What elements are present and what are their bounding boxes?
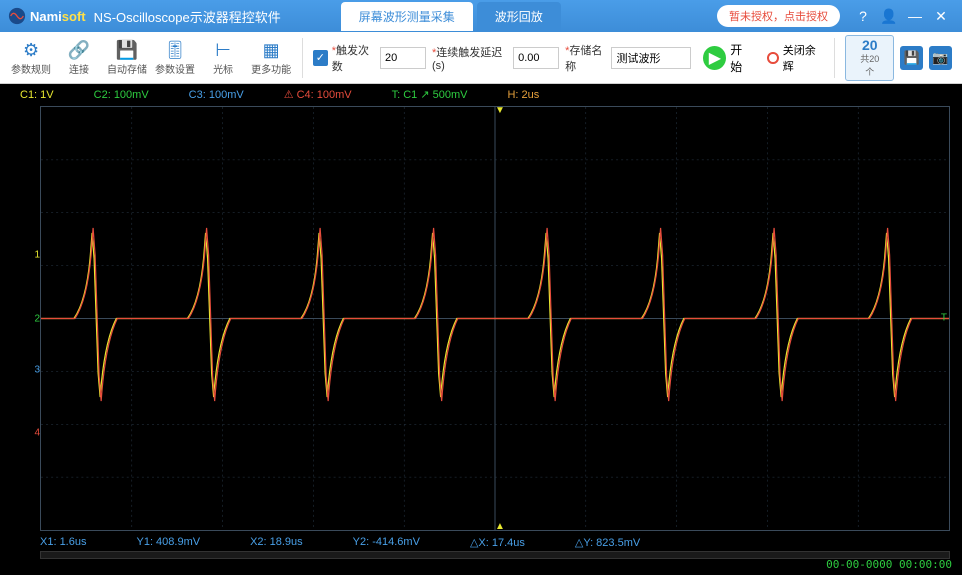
stop-afterglow-button[interactable]: 关闭余辉 xyxy=(767,42,824,74)
app-title: NS-Oscilloscope示波器程控软件 xyxy=(94,7,281,26)
play-icon: ▶ xyxy=(703,46,726,70)
trigger-delay-input[interactable] xyxy=(513,47,559,69)
link-icon: 🔗 xyxy=(68,39,90,61)
screenshot-button[interactable]: 📷 xyxy=(929,46,952,70)
start-label: 开始 xyxy=(730,41,753,75)
cursor-dx: △X: 17.4us xyxy=(470,536,525,549)
more-button[interactable]: ▦更多功能 xyxy=(250,39,292,76)
separator xyxy=(302,38,303,78)
trigger-count-label: *触发次数 xyxy=(332,42,376,74)
trigger-count-input[interactable] xyxy=(380,47,426,69)
help-icon[interactable]: ? xyxy=(850,8,876,24)
trigger-info: T: C1 ↗ 500mV xyxy=(392,88,468,101)
authorize-button[interactable]: 暂未授权，点击授权 xyxy=(717,5,840,27)
save-name-label: *存储名称 xyxy=(565,42,607,74)
trigger-delay-label: *连续触发延迟(s) xyxy=(432,44,509,72)
channel-c3: C3: 100mV xyxy=(189,88,244,101)
cursor-x2: X2: 18.9us xyxy=(250,536,303,549)
cursor-icon: ⊢ xyxy=(215,39,231,61)
toolbar: ⚙参数规则 🔗连接 💾自动存储 🎚参数设置 ⊢光标 ▦更多功能 ✓ *触发次数 … xyxy=(0,32,962,84)
count-display: 20 共20个 xyxy=(845,35,894,81)
cursor-readout: X1: 1.6us Y1: 408.9mV X2: 18.9us Y2: -41… xyxy=(40,536,950,549)
brand-name: Namisoft xyxy=(30,9,86,24)
trigger-top-marker: ▼ xyxy=(495,105,505,116)
save-name-field: *存储名称 xyxy=(565,42,691,74)
timebase-info: H: 2us xyxy=(507,88,539,101)
start-button[interactable]: ▶ 开始 xyxy=(703,41,753,75)
warning-icon: ⚠ xyxy=(284,88,294,101)
channel-c2: C2: 100mV xyxy=(94,88,149,101)
cursor-y2: Y2: -414.6mV xyxy=(353,536,420,549)
trigger-delay-field: *连续触发延迟(s) xyxy=(432,44,559,72)
settings-button[interactable]: 🎚参数设置 xyxy=(154,39,196,76)
trigger-bottom-marker: ▲ xyxy=(495,521,505,532)
waveform-grid[interactable]: ▼ ▲ T xyxy=(40,106,950,531)
trigger-count-field: ✓ *触发次数 xyxy=(313,42,426,74)
horizontal-scrollbar[interactable] xyxy=(40,551,950,559)
title-bar: Namisoft NS-Oscilloscope示波器程控软件 屏幕波形测量采集… xyxy=(0,0,962,32)
minimize-icon[interactable]: — xyxy=(902,8,928,24)
channel-c1: C1: 1V xyxy=(20,88,54,101)
gear-icon: ⚙ xyxy=(23,39,39,61)
app-logo-icon xyxy=(8,7,26,25)
grid-lines xyxy=(41,107,949,530)
tab-capture[interactable]: 屏幕波形测量采集 xyxy=(341,2,473,31)
close-icon[interactable]: ✕ xyxy=(928,8,954,25)
y-axis-labels: 1 2 3 4 xyxy=(28,106,40,531)
channel-c4: ⚠ C4: 100mV xyxy=(284,88,352,101)
channel-info-bar: C1: 1V C2: 100mV C3: 100mV ⚠ C4: 100mV T… xyxy=(20,88,942,101)
save-name-input[interactable] xyxy=(611,47,691,69)
trigger-checkbox[interactable]: ✓ xyxy=(313,50,328,66)
separator xyxy=(834,38,835,78)
user-icon[interactable]: 👤 xyxy=(876,8,902,25)
autosave-button[interactable]: 💾自动存储 xyxy=(106,39,148,76)
grid-icon: ▦ xyxy=(263,39,280,61)
save-icon: 💾 xyxy=(116,39,138,61)
cursor-y1: Y1: 408.9mV xyxy=(136,536,200,549)
cursor-dy: △Y: 823.5mV xyxy=(575,536,640,549)
tab-playback[interactable]: 波形回放 xyxy=(477,2,561,31)
cursor-x1: X1: 1.6us xyxy=(40,536,86,549)
timestamp: 00-00-0000 00:00:00 xyxy=(826,558,952,571)
trigger-level-marker: T xyxy=(941,312,947,323)
export-button[interactable]: 💾 xyxy=(900,46,923,70)
oscilloscope-display: C1: 1V C2: 100mV C3: 100mV ⚠ C4: 100mV T… xyxy=(0,84,962,575)
cursor-button[interactable]: ⊢光标 xyxy=(202,39,244,76)
connect-button[interactable]: 🔗连接 xyxy=(58,39,100,76)
main-tabs: 屏幕波形测量采集 波形回放 xyxy=(341,2,565,31)
record-icon xyxy=(767,52,779,64)
sliders-icon: 🎚 xyxy=(164,39,187,61)
rules-button[interactable]: ⚙参数规则 xyxy=(10,39,52,76)
